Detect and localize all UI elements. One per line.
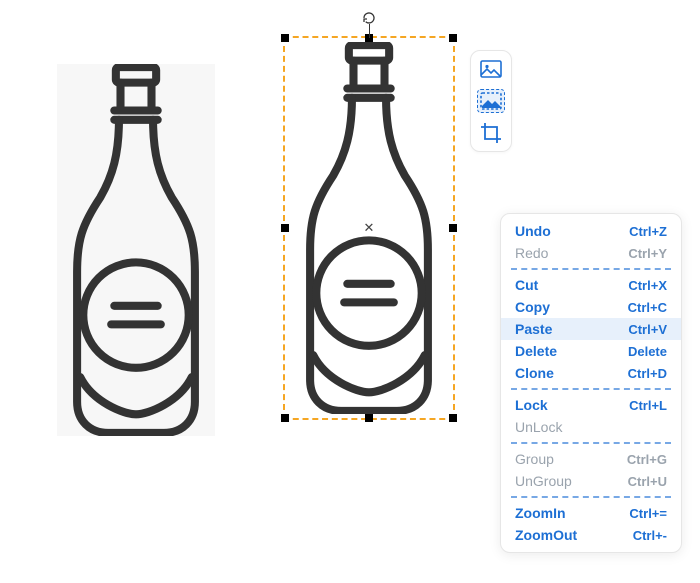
menu-item-shortcut: Ctrl+X [628,278,667,293]
crop-icon [480,122,502,144]
menu-item-label: ZoomOut [515,527,577,543]
resize-handle-tl[interactable] [281,34,289,42]
canvas-object-bottle[interactable] [57,64,215,436]
menu-item-label: UnLock [515,419,562,435]
menu-item-label: Undo [515,223,551,239]
menu-item-label: Clone [515,365,554,381]
resize-handle-tm[interactable] [365,34,373,42]
context-menu: Undo Ctrl+Z Redo Ctrl+Y Cut Ctrl+X Copy Ctrl+C P… [500,213,682,553]
menu-item-label: Redo [515,245,548,261]
menu-item-zoomout[interactable]: ZoomOut Ctrl+- [501,524,681,546]
menu-separator [511,388,671,390]
resize-handle-tr[interactable] [449,34,457,42]
menu-item-paste[interactable]: Paste Ctrl+V [501,318,681,340]
crop-tool[interactable] [477,121,505,145]
floating-tool-panel [470,50,512,152]
menu-item-label: UnGroup [515,473,572,489]
image-icon [480,60,502,78]
menu-item-clone[interactable]: Clone Ctrl+D [501,362,681,384]
bottle-icon [57,64,215,436]
menu-separator [511,268,671,270]
rotate-icon [361,10,377,26]
menu-item-cut[interactable]: Cut Ctrl+X [501,274,681,296]
menu-item-shortcut: Ctrl+- [633,528,667,543]
menu-item-shortcut: Ctrl+Z [629,224,667,239]
image-style-tool[interactable] [477,89,505,113]
menu-item-delete[interactable]: Delete Delete [501,340,681,362]
menu-item-label: Copy [515,299,550,315]
menu-item-redo: Redo Ctrl+Y [501,242,681,264]
menu-item-label: Delete [515,343,557,359]
menu-item-shortcut: Ctrl+C [628,300,667,315]
menu-separator [511,496,671,498]
menu-item-copy[interactable]: Copy Ctrl+C [501,296,681,318]
menu-item-unlock: UnLock [501,416,681,438]
menu-item-shortcut: Ctrl+G [627,452,667,467]
menu-item-label: Paste [515,321,552,337]
resize-handle-br[interactable] [449,414,457,422]
menu-item-ungroup: UnGroup Ctrl+U [501,470,681,492]
menu-item-group: Group Ctrl+G [501,448,681,470]
menu-item-label: ZoomIn [515,505,566,521]
menu-item-shortcut: Ctrl+Y [628,246,667,261]
image-style-icon [480,92,502,110]
menu-item-shortcut: Ctrl+L [629,398,667,413]
menu-item-label: Group [515,451,554,467]
menu-item-lock[interactable]: Lock Ctrl+L [501,394,681,416]
resize-handle-bm[interactable] [365,414,373,422]
menu-item-zoomin[interactable]: ZoomIn Ctrl+= [501,502,681,524]
rotate-handle[interactable] [361,10,377,26]
menu-item-undo[interactable]: Undo Ctrl+Z [501,220,681,242]
resize-handle-bl[interactable] [281,414,289,422]
menu-item-shortcut: Ctrl+D [628,366,667,381]
menu-item-shortcut: Ctrl+V [628,322,667,337]
image-tool[interactable] [477,57,505,81]
selection-center-marker[interactable]: ✕ [364,220,375,236]
menu-item-label: Lock [515,397,548,413]
menu-item-shortcut: Ctrl+U [628,474,667,489]
menu-item-shortcut: Delete [628,344,667,359]
menu-item-shortcut: Ctrl+= [629,506,667,521]
resize-handle-mr[interactable] [449,224,457,232]
menu-item-label: Cut [515,277,538,293]
menu-separator [511,442,671,444]
resize-handle-ml[interactable] [281,224,289,232]
